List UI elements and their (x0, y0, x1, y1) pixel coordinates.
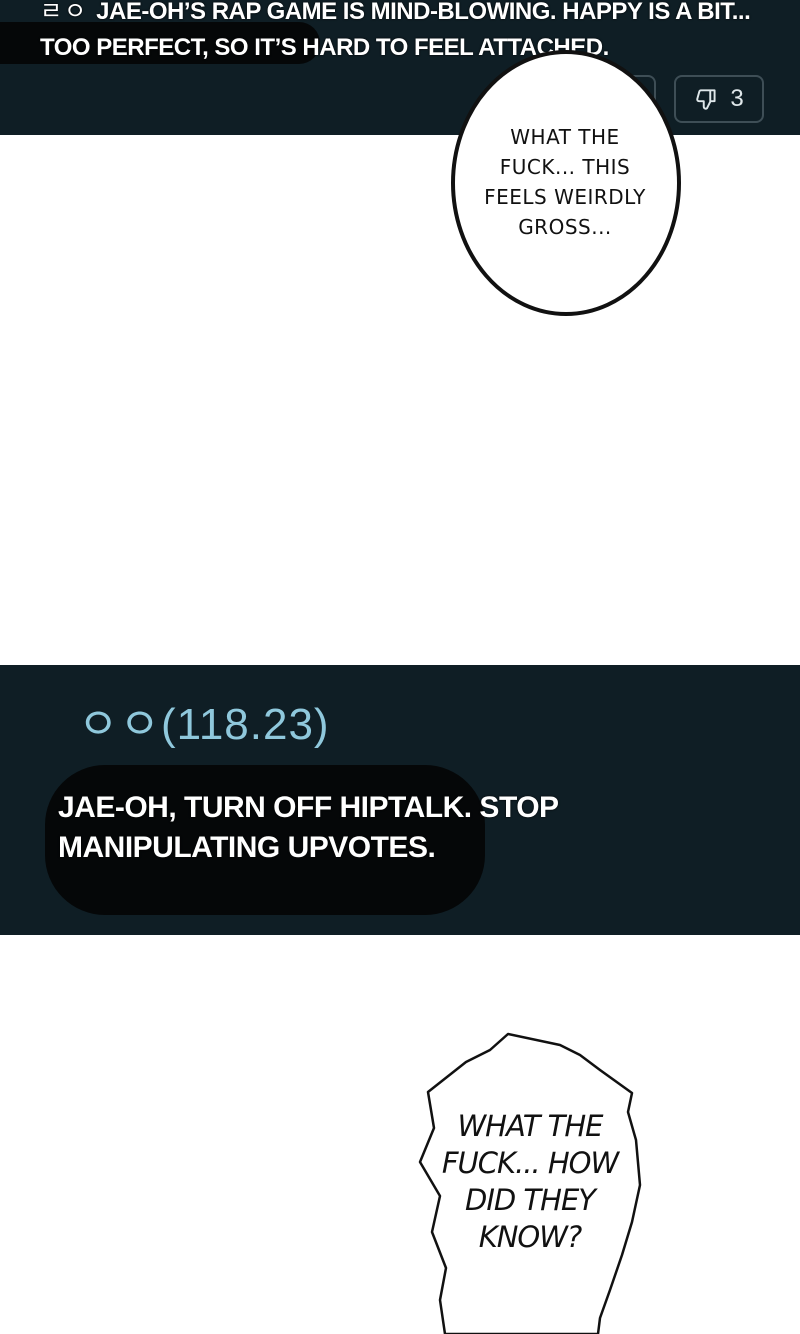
speech-bubble-1-text: WHAT THE FUCK... THIS FEELS WEIRDLY GROS… (484, 125, 646, 239)
speech-bubble-2-text: WHAT THE FUCK... HOW DID THEY KNOW? (441, 1109, 619, 1254)
speech-bubbles-layer (418, 50, 681, 1334)
